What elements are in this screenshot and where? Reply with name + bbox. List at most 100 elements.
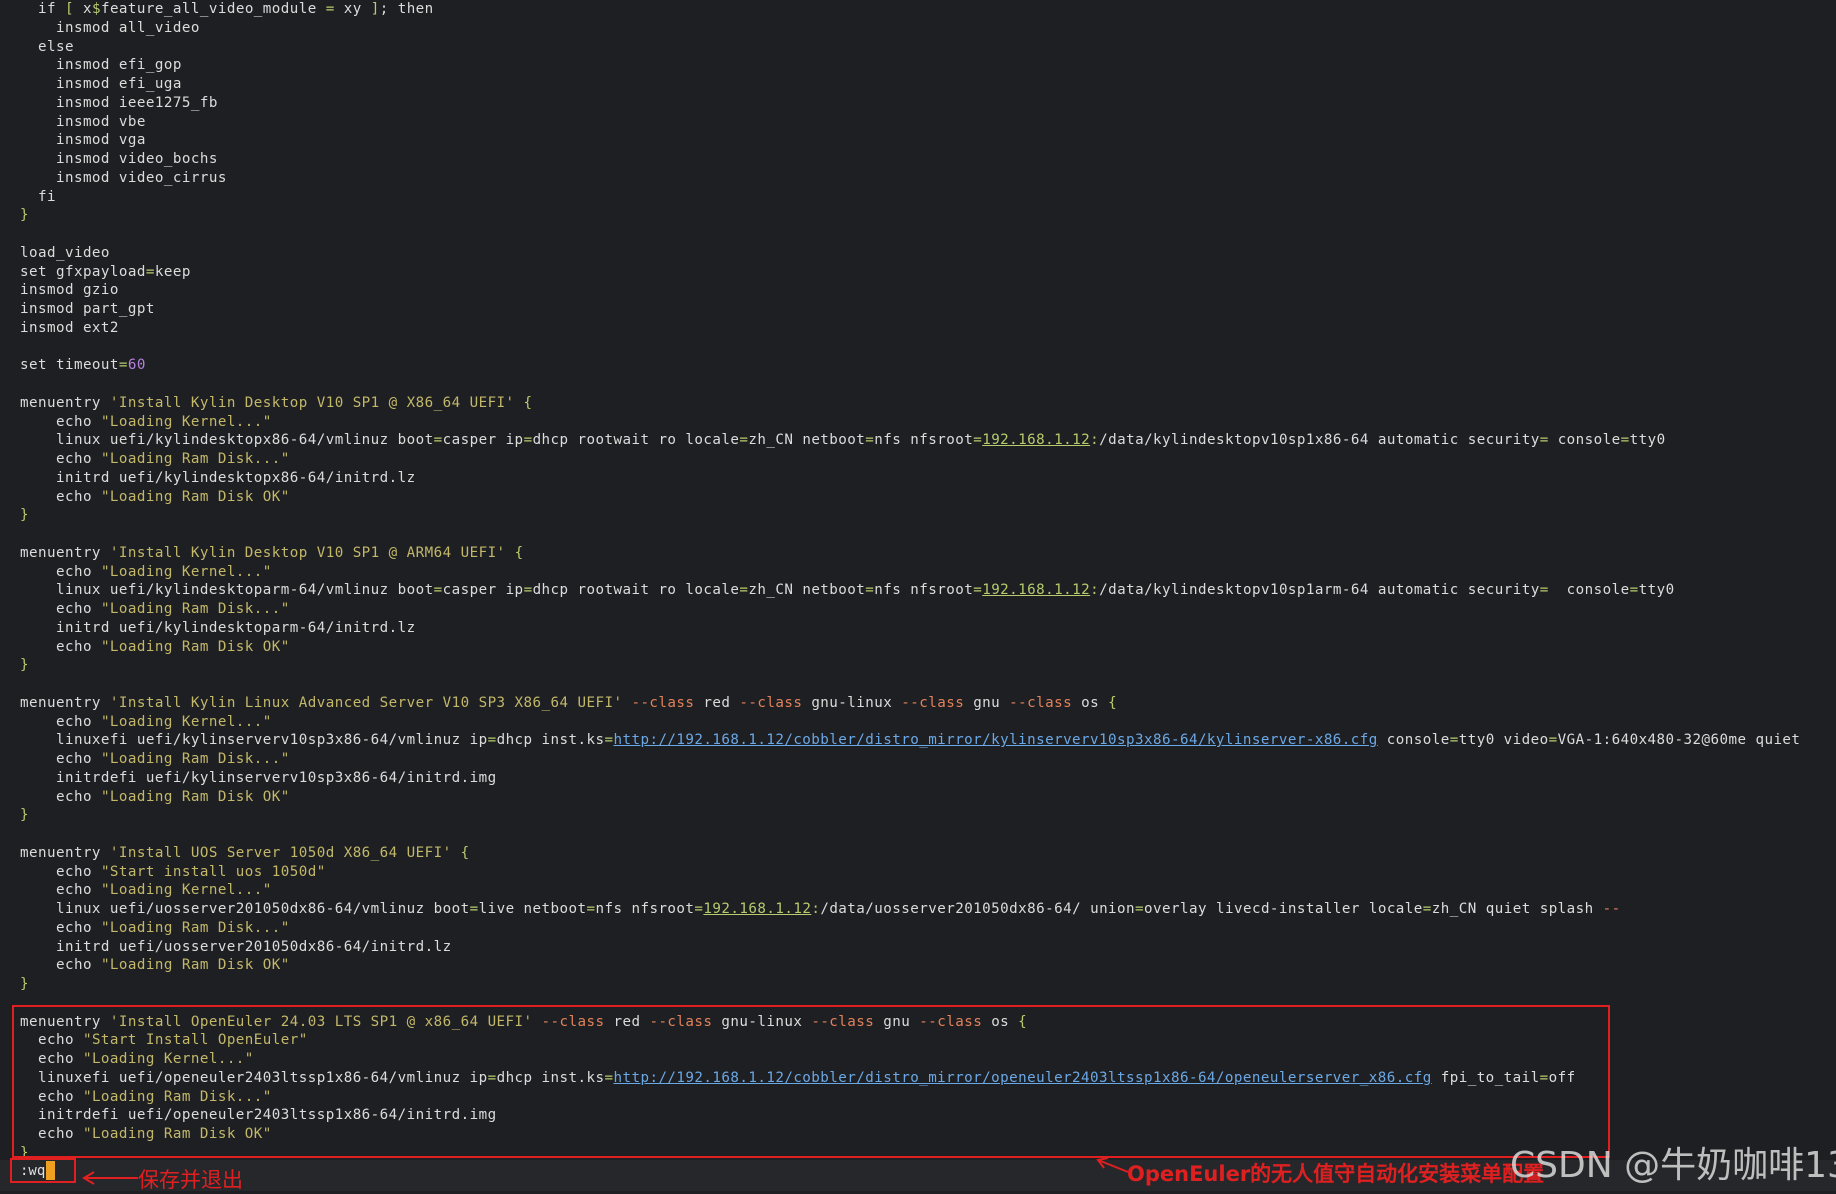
code-token: insmod ext2 <box>20 319 119 336</box>
code-line[interactable]: menuentry 'Install Kylin Desktop V10 SP1… <box>20 544 1820 563</box>
code-line[interactable]: initrd uefi/kylindesktopx86-64/initrd.lz <box>20 469 1820 488</box>
code-token: linux uefi/kylindesktoparm-64/vmlinuz bo… <box>20 582 434 599</box>
code-token: = <box>487 732 497 749</box>
code-line[interactable]: else <box>20 38 1820 57</box>
code-line[interactable]: insmod part_gpt <box>20 300 1820 319</box>
code-line[interactable]: insmod vbe <box>20 113 1820 132</box>
csdn-watermark: CSDN @牛奶咖啡13 <box>1510 1145 1836 1186</box>
code-token: = <box>1422 901 1432 917</box>
code-line[interactable]: echo "Loading Ram Disk OK" <box>20 956 1820 975</box>
code-line[interactable]: initrd uefi/kylindesktoparm-64/initrd.lz <box>20 619 1820 638</box>
code-line[interactable]: set timeout=60 <box>20 356 1820 375</box>
code-token: = <box>865 432 875 449</box>
code-line[interactable] <box>20 525 1820 544</box>
code-line[interactable]: set gfxpayload=keep <box>20 263 1820 282</box>
code-line[interactable]: echo "Loading Kernel..." <box>20 413 1820 432</box>
code-line[interactable]: if [ x$feature_all_video_module = xy ]; … <box>20 0 1820 19</box>
code-token: console <box>1377 732 1450 749</box>
code-line[interactable]: linux uefi/uosserver201050dx86-64/vmlinu… <box>20 900 1820 919</box>
code-line[interactable]: insmod gzio <box>20 281 1820 300</box>
code-token: insmod vbe <box>20 113 146 130</box>
code-line[interactable]: menuentry 'Install Kylin Linux Advanced … <box>20 694 1820 713</box>
code-token: } <box>20 507 29 524</box>
code-line[interactable] <box>20 825 1820 844</box>
code-line[interactable]: menuentry 'Install Kylin Desktop V10 SP1… <box>20 394 1820 413</box>
code-token: = <box>1620 432 1630 449</box>
code-token: x <box>73 1 92 17</box>
code-line[interactable]: insmod ieee1275_fb <box>20 94 1820 113</box>
code-line[interactable]: insmod all_video <box>20 19 1820 38</box>
code-token: = <box>325 1 335 17</box>
code-token: insmod all_video <box>20 19 200 36</box>
code-line[interactable]: fi <box>20 188 1820 207</box>
code-line[interactable]: linuxefi uefi/kylinserverv10sp3x86-64/vm… <box>20 731 1820 750</box>
code-line[interactable]: echo "Loading Ram Disk OK" <box>20 488 1820 507</box>
code-line[interactable]: insmod ext2 <box>20 319 1820 338</box>
code-token: echo <box>20 788 101 805</box>
code-line[interactable]: insmod video_bochs <box>20 150 1820 169</box>
code-line[interactable]: initrdefi uefi/kylinserverv10sp3x86-64/i… <box>20 769 1820 788</box>
code-token: "Loading Kernel..." <box>100 413 272 430</box>
code-line[interactable]: load_video <box>20 244 1820 263</box>
code-line[interactable] <box>20 675 1820 694</box>
code-line[interactable]: echo "Loading Kernel..." <box>20 713 1820 732</box>
code-line[interactable]: } <box>20 506 1820 525</box>
code-line[interactable]: menuentry 'Install UOS Server 1050d X86_… <box>20 844 1820 863</box>
code-line[interactable]: } <box>20 806 1820 825</box>
code-line[interactable]: linux uefi/kylindesktoparm-64/vmlinuz bo… <box>20 581 1820 600</box>
arrow-up-left-icon <box>1096 1157 1129 1173</box>
code-token: feature_all_video_module <box>100 1 326 17</box>
code-token: = <box>973 432 983 449</box>
code-line[interactable]: echo "Loading Kernel..." <box>20 563 1820 582</box>
code-editor[interactable]: if [ x$feature_all_video_module = xy ]; … <box>20 0 1820 1163</box>
code-token: tty0 <box>1629 432 1666 449</box>
code-token: else <box>20 38 74 55</box>
code-token: = <box>1539 432 1549 449</box>
code-token: echo <box>20 751 101 767</box>
code-token: "Loading Ram Disk OK" <box>100 788 290 805</box>
code-token: ; then <box>379 1 434 17</box>
code-token: { <box>514 544 524 561</box>
code-token: gnu-linux <box>802 694 902 711</box>
code-token: zh_CN netboot <box>748 582 866 599</box>
code-line[interactable]: initrd uefi/uosserver201050dx86-64/initr… <box>20 938 1820 957</box>
code-token: live netboot <box>478 901 587 917</box>
code-line[interactable]: echo "Loading Kernel..." <box>20 881 1820 900</box>
code-line[interactable]: insmod video_cirrus <box>20 169 1820 188</box>
kickstart-url-link[interactable]: http://192.168.1.12/cobbler/distro_mirro… <box>613 732 1377 748</box>
code-line[interactable]: insmod efi_uga <box>20 75 1820 94</box>
code-token: echo <box>20 638 101 655</box>
code-line[interactable] <box>20 225 1820 244</box>
code-line[interactable]: echo "Loading Ram Disk OK" <box>20 638 1820 657</box>
code-token: "Loading Kernel..." <box>100 713 272 730</box>
command-line-input[interactable]: :wq <box>20 1162 45 1180</box>
code-token: "Loading Kernel..." <box>100 563 272 580</box>
code-line[interactable]: echo "Loading Ram Disk..." <box>20 919 1820 938</box>
code-line[interactable]: insmod efi_gop <box>20 56 1820 75</box>
code-line[interactable]: insmod vga <box>20 131 1820 150</box>
code-token: = <box>523 582 533 599</box>
code-line[interactable]: echo "Loading Ram Disk..." <box>20 600 1820 619</box>
code-line[interactable]: echo "Loading Ram Disk..." <box>20 450 1820 469</box>
code-line[interactable]: } <box>20 206 1820 225</box>
save-and-quit-annotation: 保存并退出 <box>138 1168 243 1192</box>
code-token: casper ip <box>442 432 524 449</box>
code-line[interactable]: } <box>20 656 1820 675</box>
code-token: --class <box>1009 694 1073 711</box>
code-token: "Loading Kernel..." <box>100 882 272 899</box>
code-token: $ <box>91 1 101 17</box>
code-line[interactable]: echo "Start install uos 1050d" <box>20 863 1820 882</box>
code-token: xy <box>334 1 371 17</box>
code-line[interactable] <box>20 338 1820 357</box>
code-line[interactable]: echo "Loading Ram Disk OK" <box>20 788 1820 807</box>
code-line[interactable] <box>20 375 1820 394</box>
code-token: "Loading Ram Disk OK" <box>100 638 290 655</box>
code-token: casper ip <box>442 582 524 599</box>
code-token: console <box>1548 582 1630 599</box>
code-line[interactable]: linux uefi/kylindesktopx86-64/vmlinuz bo… <box>20 431 1820 450</box>
code-line[interactable]: echo "Loading Ram Disk..." <box>20 750 1820 769</box>
code-token: } <box>20 807 29 824</box>
code-line[interactable]: } <box>20 975 1820 994</box>
code-token: dhcp rootwait ro locale <box>532 432 740 449</box>
